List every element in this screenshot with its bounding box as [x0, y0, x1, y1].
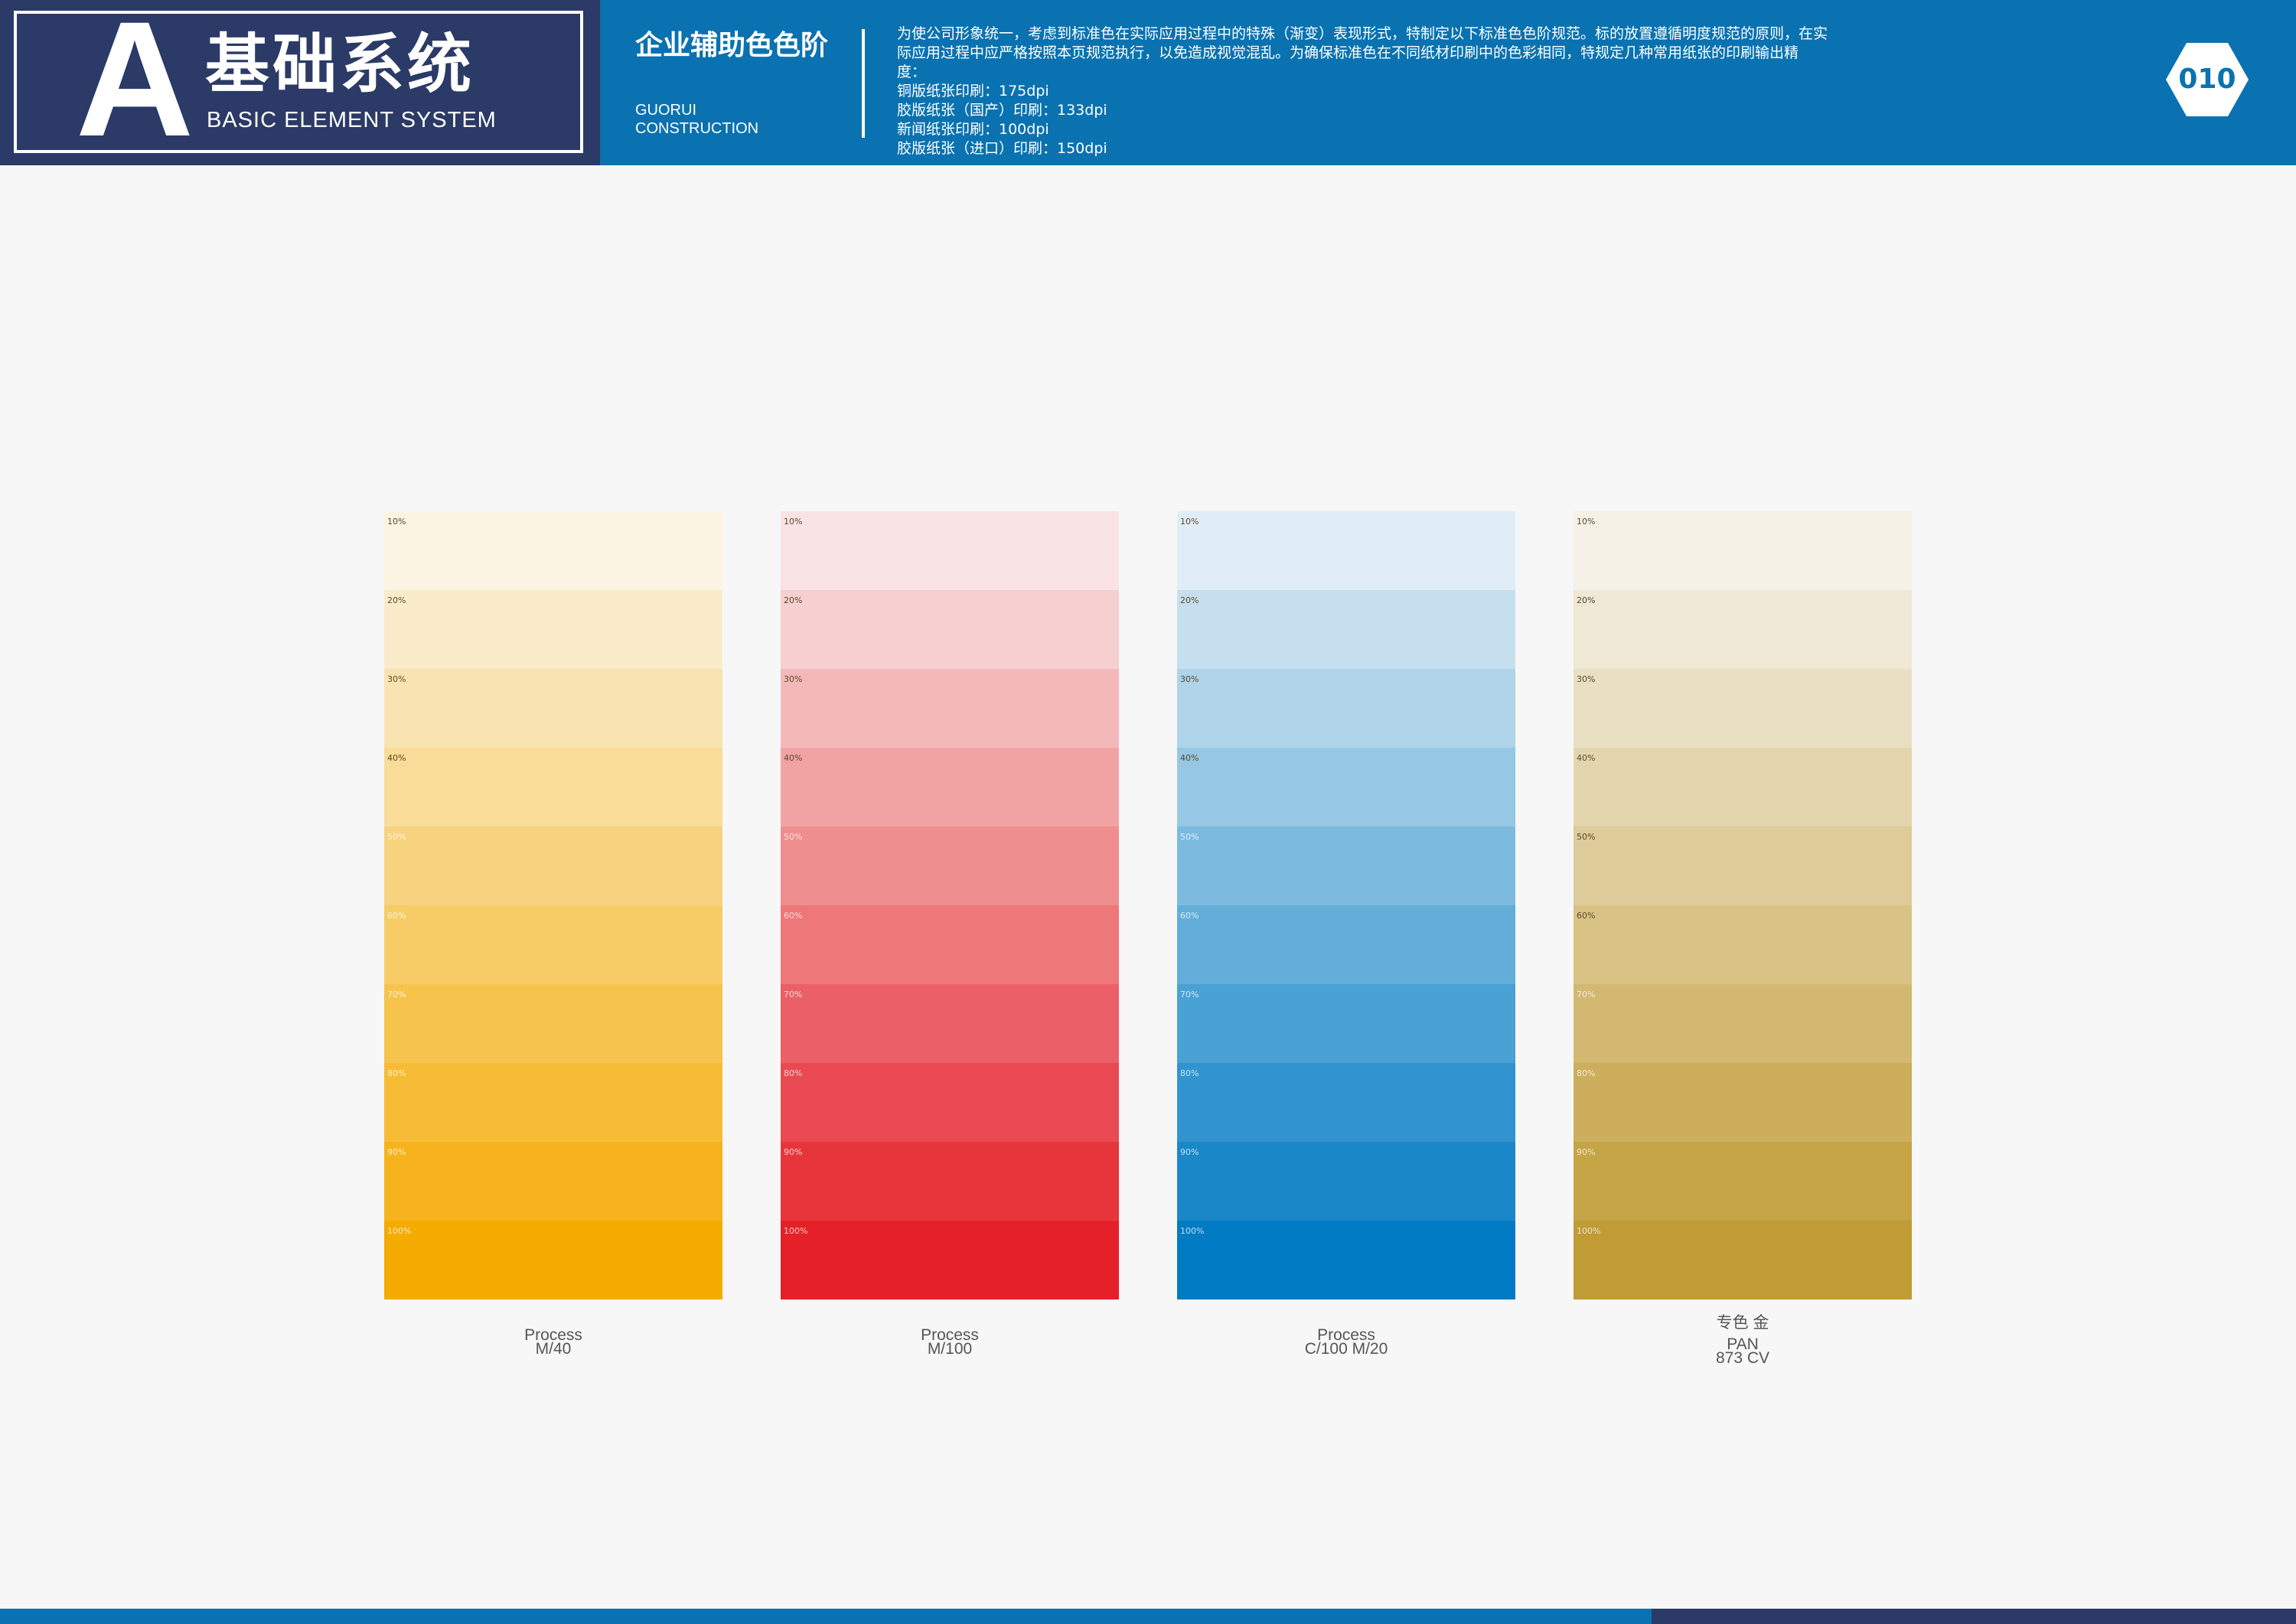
color-scale-red: 10% 20% 30% 40% 50% 60% 70% 80% 90% 100% Process M/… [781, 511, 1119, 1357]
tint-label: 60% [1180, 911, 1199, 921]
tint-label: 20% [1577, 595, 1596, 605]
tint-label: 90% [387, 1147, 406, 1157]
tint-label: 90% [784, 1147, 803, 1157]
tint-label: 30% [784, 674, 803, 684]
tint-label: 10% [784, 517, 803, 527]
tint-swatch: 100% [781, 1221, 1119, 1300]
tint-swatch: 40% [1574, 748, 1912, 827]
color-scale-caption: Process M/40 [384, 1327, 722, 1358]
tint-label: 30% [1180, 674, 1199, 684]
tint-label: 30% [1577, 674, 1596, 684]
color-scale-yellow: 10% 20% 30% 40% 50% 60% 70% 80% 90% 100% Process M/… [384, 511, 722, 1357]
tint-label: 80% [784, 1068, 803, 1078]
tint-swatch: 10% [1574, 511, 1912, 590]
tint-swatch: 30% [384, 669, 722, 748]
tint-label: 50% [784, 832, 803, 842]
tint-label: 70% [784, 990, 803, 1000]
color-scale-caption: Process C/100 M/20 [1177, 1327, 1515, 1358]
tint-label: 40% [1180, 753, 1199, 763]
tint-label: 20% [387, 595, 406, 605]
tint-label: 50% [1577, 832, 1596, 842]
tint-label: 10% [1180, 517, 1199, 527]
tint-label: 70% [1180, 990, 1199, 1000]
caption-line: C/100 M/20 [1304, 1340, 1388, 1358]
tint-label: 100% [1180, 1226, 1205, 1236]
tint-swatch: 100% [384, 1221, 722, 1300]
tint-swatch: 100% [1574, 1221, 1912, 1300]
caption-line: 873 CV [1715, 1349, 1770, 1367]
tint-label: 40% [1577, 753, 1596, 763]
tint-swatch: 90% [1574, 1142, 1912, 1221]
tint-label: 80% [387, 1068, 406, 1078]
tint-label: 100% [387, 1226, 412, 1236]
tint-label: 60% [387, 911, 406, 921]
color-scale-caption: 专色 金 PAN 873 CV [1574, 1314, 1912, 1367]
color-scale-caption: Process M/100 [781, 1327, 1119, 1358]
tint-label: 20% [1180, 595, 1199, 605]
tint-label: 80% [1577, 1068, 1596, 1078]
tint-swatch: 20% [384, 590, 722, 669]
color-scales: 10% 20% 30% 40% 50% 60% 70% 80% 90% 100% Process M/… [0, 0, 2296, 1624]
tint-label: 100% [1577, 1226, 1601, 1236]
tint-swatch: 60% [384, 905, 722, 984]
caption-line: 专色 金 [1716, 1314, 1769, 1332]
tint-swatch: 90% [384, 1142, 722, 1221]
tint-label: 80% [1180, 1068, 1199, 1078]
color-scale-gold: 10% 20% 30% 40% 50% 60% 70% 80% 90% 100% 专色 金 PAN 87… [1574, 511, 1912, 1366]
tint-swatch: 90% [781, 1142, 1119, 1221]
tint-swatch: 50% [1574, 827, 1912, 905]
tint-label: 90% [1577, 1147, 1596, 1157]
color-scale-blue: 10% 20% 30% 40% 50% 60% 70% 80% 90% 100% Process C/… [1177, 511, 1515, 1357]
tint-label: 40% [784, 753, 803, 763]
tint-label: 20% [784, 595, 803, 605]
tint-label: 50% [1180, 832, 1199, 842]
footer-accent [1652, 1609, 2296, 1624]
tint-swatch: 80% [781, 1063, 1119, 1142]
tint-label: 70% [387, 990, 406, 1000]
tint-label: 90% [1180, 1147, 1199, 1157]
tint-swatch: 10% [781, 511, 1119, 590]
tint-swatch: 70% [1177, 984, 1515, 1063]
tint-swatch: 70% [1574, 984, 1912, 1063]
tint-swatch: 50% [1177, 827, 1515, 905]
tint-swatch: 20% [781, 590, 1119, 669]
tint-label: 50% [387, 832, 406, 842]
tint-swatch: 50% [384, 827, 722, 905]
tint-swatch: 40% [781, 748, 1119, 827]
tint-label: 60% [784, 911, 803, 921]
tint-swatch: 20% [1177, 590, 1515, 669]
tint-swatch: 40% [384, 748, 722, 827]
tint-swatch: 80% [1574, 1063, 1912, 1142]
tint-swatch: 50% [781, 827, 1119, 905]
tint-label: 60% [1577, 911, 1596, 921]
tint-label: 40% [387, 753, 406, 763]
tint-swatch: 90% [1177, 1142, 1515, 1221]
tint-label: 10% [1577, 517, 1596, 527]
tint-swatch: 20% [1574, 590, 1912, 669]
tint-label: 30% [387, 674, 406, 684]
tint-swatch: 30% [1177, 669, 1515, 748]
caption-line: M/100 [927, 1340, 973, 1358]
tint-swatch: 60% [781, 905, 1119, 984]
tint-swatch: 70% [781, 984, 1119, 1063]
tint-swatch: 70% [384, 984, 722, 1063]
tint-swatch: 100% [1177, 1221, 1515, 1300]
tint-swatch: 80% [1177, 1063, 1515, 1142]
tint-swatch: 80% [384, 1063, 722, 1142]
tint-label: 10% [387, 517, 406, 527]
tint-label: 70% [1577, 990, 1596, 1000]
tint-swatch: 60% [1574, 905, 1912, 984]
tint-swatch: 30% [1574, 669, 1912, 748]
tint-swatch: 60% [1177, 905, 1515, 984]
tint-swatch: 30% [781, 669, 1119, 748]
caption-line: M/40 [535, 1340, 572, 1358]
tint-label: 100% [784, 1226, 808, 1236]
tint-swatch: 40% [1177, 748, 1515, 827]
tint-swatch: 10% [1177, 511, 1515, 590]
tint-swatch: 10% [384, 511, 722, 590]
